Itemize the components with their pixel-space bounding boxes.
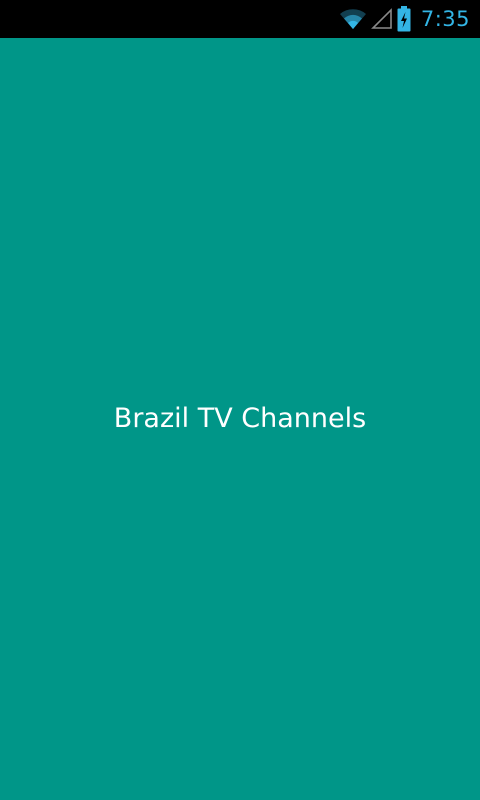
splash-screen: Brazil TV Channels	[0, 38, 480, 800]
app-screen: 7:35 Brazil TV Channels	[0, 0, 480, 800]
battery-charging-icon	[397, 6, 411, 32]
status-bar: 7:35	[0, 0, 480, 38]
app-title: Brazil TV Channels	[113, 402, 367, 434]
wifi-icon	[339, 8, 367, 30]
status-clock: 7:35	[420, 7, 470, 31]
cell-signal-icon	[370, 8, 393, 30]
